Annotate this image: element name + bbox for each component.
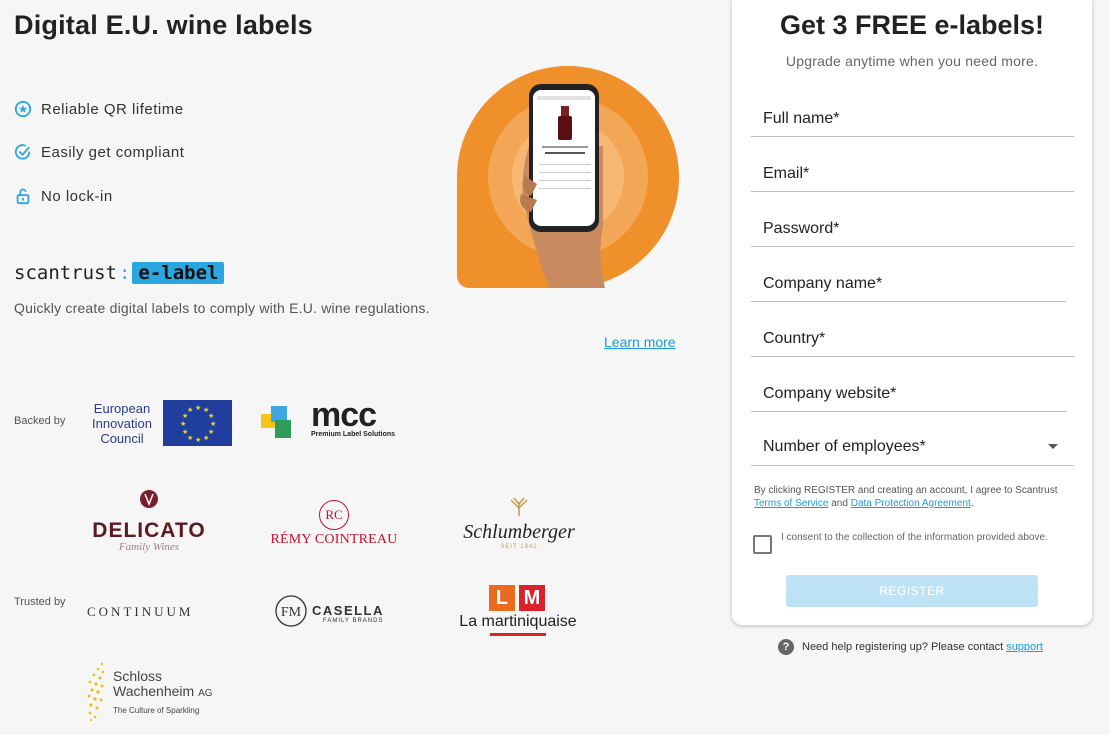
consent-checkbox[interactable] <box>753 535 772 554</box>
casella-sub: FAMILY BRANDS <box>323 618 384 624</box>
question-icon: ? <box>778 639 794 655</box>
employees-select[interactable]: Number of employees* <box>751 429 1074 466</box>
help-text: Need help registering up? Please contact <box>802 641 1004 653</box>
star-badge-icon <box>14 100 32 118</box>
support-link[interactable]: support <box>1006 641 1043 653</box>
schlumberger-logo: Schlumberger SEIT 1842 <box>456 496 582 552</box>
martiniquaise-m: M <box>519 585 545 611</box>
unlock-icon <box>16 188 30 205</box>
country-input[interactable] <box>751 323 1074 355</box>
feature-label: Easily get compliant <box>41 143 185 161</box>
svg-text:★: ★ <box>210 420 216 428</box>
continuum-logo: CONTINUUM <box>87 604 194 619</box>
eic-logo: European Innovation Council ★ ★ ★ ★ ★ ★ ★ ★ ★ ★… <box>86 400 232 446</box>
data-protection-link[interactable]: Data Protection Agreement <box>851 498 971 509</box>
delicato-logo: DELICATO Family Wines <box>86 488 212 558</box>
schlumberger-sub: SEIT 1842 <box>500 544 538 550</box>
feature-item: No lock-in <box>14 187 113 205</box>
svg-text:★: ★ <box>208 412 214 420</box>
martiniquaise-name: La martiniquaise <box>459 613 577 630</box>
martiniquaise-l: L <box>489 585 515 611</box>
svg-text:FM: FM <box>281 605 302 620</box>
trusted-by-label: Trusted by <box>14 596 66 608</box>
svg-text:★: ★ <box>203 434 209 442</box>
brand-product: e-label <box>132 262 225 284</box>
schloss-line1: Schloss <box>113 668 163 684</box>
full-name-input[interactable] <box>751 103 1074 135</box>
mcc-mark-icon <box>261 406 291 438</box>
company-name-field <box>751 268 1066 302</box>
casella-name: CASELLA <box>312 603 384 618</box>
eu-flag-icon: ★ ★★★ ★★★★ ★★★★ <box>163 400 232 446</box>
remy-cointreau-logo: RC RÉMY COINTREAU <box>270 500 398 550</box>
chevron-down-icon <box>1048 444 1058 449</box>
password-field <box>751 213 1074 247</box>
eic-line: Council <box>100 431 144 446</box>
employees-select-label: Number of employees* <box>763 438 926 455</box>
feature-label: Reliable QR lifetime <box>41 100 184 118</box>
feature-item: Easily get compliant <box>14 143 184 161</box>
eic-line: European <box>93 401 151 416</box>
mcc-sub: Premium Label Solutions <box>311 431 396 438</box>
feature-item: Reliable QR lifetime <box>14 100 184 118</box>
schloss-wachenheim-logo: Schloss Wachenheim AG The Culture of Spa… <box>86 660 216 724</box>
scantrust-elabel-logo: scantrust : e-label <box>14 262 225 284</box>
la-martiniquaise-logo: L M La martiniquaise <box>456 585 580 637</box>
company-website-field <box>751 378 1066 412</box>
hero-illustration <box>457 66 679 288</box>
signup-card: Get 3 FREE e-labels! Upgrade anytime whe… <box>732 0 1092 625</box>
terms-text: By clicking REGISTER and creating an acc… <box>754 484 1074 510</box>
tagline: Quickly create digital labels to comply … <box>14 300 430 316</box>
delicato-name: DELICATO <box>92 519 206 542</box>
terms-and: and <box>831 498 848 509</box>
schloss-sub: The Culture of Sparkling <box>113 706 200 715</box>
terms-of-service-link[interactable]: Terms of Service <box>754 498 828 509</box>
help-row: ? Need help registering up? Please conta… <box>778 639 1043 655</box>
register-button[interactable]: REGISTER <box>786 575 1038 607</box>
brand-name: scantrust <box>14 262 117 284</box>
email-input[interactable] <box>751 158 1074 190</box>
company-website-input[interactable] <box>751 378 1066 410</box>
terms-pre: By clicking REGISTER and creating an acc… <box>754 485 1058 496</box>
svg-text:★: ★ <box>180 420 186 428</box>
schloss-ag: AG <box>198 688 213 699</box>
password-input[interactable] <box>751 213 1074 245</box>
signup-subtitle: Upgrade anytime when you need more. <box>785 53 1039 69</box>
svg-text:★: ★ <box>187 406 193 414</box>
schlumberger-crest-icon <box>510 497 528 516</box>
full-name-field <box>751 103 1074 137</box>
remy-name: RÉMY COINTREAU <box>270 532 398 547</box>
terms-end: . <box>970 498 974 509</box>
schlumberger-name: Schlumberger <box>463 521 575 543</box>
svg-text:★: ★ <box>195 436 201 444</box>
consent-label: I consent to the collection of the infor… <box>781 532 1048 543</box>
remy-monogram: RC <box>319 500 349 530</box>
mcc-logo: mcc Premium Label Solutions <box>261 396 411 442</box>
svg-text:★: ★ <box>195 404 201 412</box>
casella-logo: FM CASELLA FAMILY BRANDS <box>275 594 393 630</box>
brand-colon: : <box>118 262 131 284</box>
sparkle-dots-icon <box>87 662 105 722</box>
company-name-input[interactable] <box>751 268 1066 300</box>
casella-crest-icon: FM <box>275 595 307 627</box>
check-badge-icon <box>14 144 31 160</box>
signup-title: Get 3 FREE e-labels! <box>779 10 1045 40</box>
martiniquaise-rule <box>490 633 546 636</box>
schloss-line2: Wachenheim <box>113 683 195 699</box>
svg-text:★: ★ <box>182 428 188 436</box>
backed-by-label: Backed by <box>14 415 66 427</box>
feature-label: No lock-in <box>41 187 113 205</box>
page-title: Digital E.U. wine labels <box>14 10 313 40</box>
mcc-name: mcc <box>311 396 377 434</box>
learn-more-link[interactable]: Learn more <box>604 334 676 350</box>
email-field <box>751 158 1074 192</box>
delicato-crest-icon <box>140 490 158 508</box>
eic-line: Innovation <box>92 416 152 431</box>
country-field <box>751 323 1074 357</box>
